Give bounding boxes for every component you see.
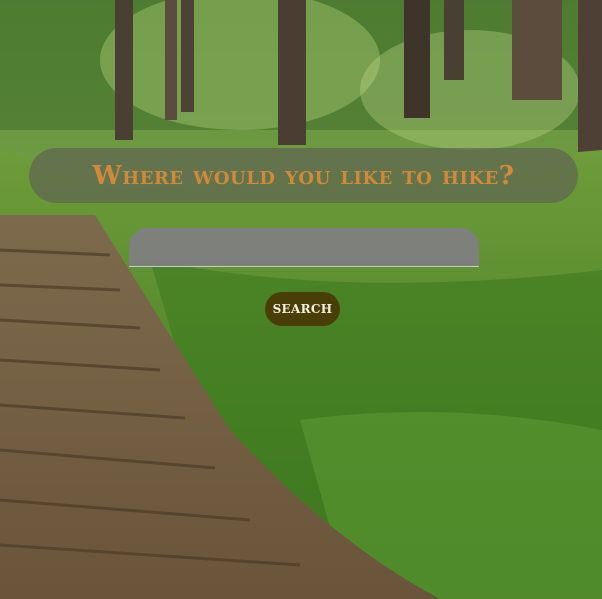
search-button[interactable]: SEARCH [265, 292, 340, 326]
page-title: Where would you like to hike? [92, 160, 515, 191]
heading-banner: Where would you like to hike? [29, 148, 578, 203]
search-input[interactable] [129, 228, 479, 267]
